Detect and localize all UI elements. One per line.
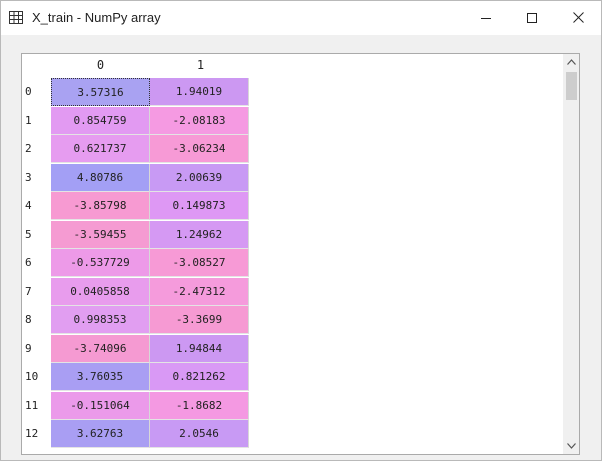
row-index: 11 bbox=[25, 398, 39, 412]
vertical-scrollbar[interactable] bbox=[563, 54, 579, 454]
row-index: 0 bbox=[25, 85, 32, 98]
table-cell[interactable]: 1.94844 bbox=[150, 334, 249, 363]
row-index: 3 bbox=[25, 170, 32, 184]
grid-icon bbox=[9, 11, 23, 24]
table-cell[interactable]: 4.80786 bbox=[51, 163, 150, 192]
table-cell[interactable]: 0.149873 bbox=[150, 192, 249, 220]
scroll-down-button[interactable] bbox=[563, 438, 579, 454]
scroll-up-button[interactable] bbox=[563, 54, 579, 70]
scrollbar-thumb[interactable] bbox=[566, 72, 577, 100]
table-cell[interactable]: 3.57316 bbox=[51, 78, 150, 106]
chevron-down-icon bbox=[567, 443, 576, 449]
row-index: 2 bbox=[25, 142, 32, 155]
row-index: 10 bbox=[25, 370, 39, 383]
row-index: 7 bbox=[25, 284, 32, 298]
maximize-icon bbox=[527, 12, 537, 23]
table-cell[interactable]: -3.59455 bbox=[51, 220, 150, 249]
table-cell[interactable]: -3.08527 bbox=[150, 249, 249, 277]
row-index: 5 bbox=[25, 227, 32, 241]
column-header[interactable]: 0 bbox=[51, 54, 150, 76]
table-cell[interactable]: -1.8682 bbox=[150, 391, 249, 420]
table-cell[interactable]: 0.621737 bbox=[51, 135, 150, 163]
table-cell[interactable]: -3.3699 bbox=[150, 306, 249, 334]
table-cell[interactable]: -3.06234 bbox=[150, 135, 249, 163]
table-cell[interactable]: -2.08183 bbox=[150, 106, 249, 135]
close-button[interactable] bbox=[555, 1, 601, 34]
row-index: 9 bbox=[25, 341, 32, 355]
table-cell[interactable]: 2.00639 bbox=[150, 163, 249, 192]
array-table: 0 1 0 3.57316 1.94019 1 0.854759 -2.08183 2 0.6… bbox=[21, 53, 580, 455]
chevron-up-icon bbox=[567, 59, 576, 65]
table-cell[interactable]: 3.62763 bbox=[51, 420, 150, 448]
row-index: 12 bbox=[25, 427, 39, 440]
row-index: 1 bbox=[25, 113, 32, 127]
close-icon bbox=[572, 12, 584, 23]
numpy-array-window: X_train - NumPy array 0 1 0 3.57316 1.9401… bbox=[0, 0, 602, 461]
table-cell[interactable]: 1.94019 bbox=[150, 78, 249, 106]
table-cell[interactable]: -3.74096 bbox=[51, 334, 150, 363]
table-cell[interactable]: 0.821262 bbox=[150, 363, 249, 391]
table-cell[interactable]: -2.47312 bbox=[150, 277, 249, 306]
column-header[interactable]: 1 bbox=[151, 54, 250, 76]
table-cell[interactable]: 0.854759 bbox=[51, 106, 150, 135]
table-cell[interactable]: -0.537729 bbox=[51, 249, 150, 277]
row-index: 4 bbox=[25, 199, 32, 212]
row-index: 6 bbox=[25, 256, 32, 269]
table-cell[interactable]: 3.76035 bbox=[51, 363, 150, 391]
row-index: 8 bbox=[25, 313, 32, 326]
maximize-button[interactable] bbox=[509, 1, 555, 34]
table-cell[interactable]: 1.24962 bbox=[150, 220, 249, 249]
table-cell[interactable]: 0.998353 bbox=[51, 306, 150, 334]
minimize-icon bbox=[481, 17, 491, 19]
window-title: X_train - NumPy array bbox=[32, 10, 161, 25]
minimize-button[interactable] bbox=[463, 1, 509, 34]
table-cell[interactable]: -3.85798 bbox=[51, 192, 150, 220]
table-cell[interactable]: 0.0405858 bbox=[51, 277, 150, 306]
table-cell[interactable]: 2.0546 bbox=[150, 420, 249, 448]
title-bar[interactable]: X_train - NumPy array bbox=[1, 1, 601, 35]
table-cell[interactable]: -0.151064 bbox=[51, 391, 150, 420]
